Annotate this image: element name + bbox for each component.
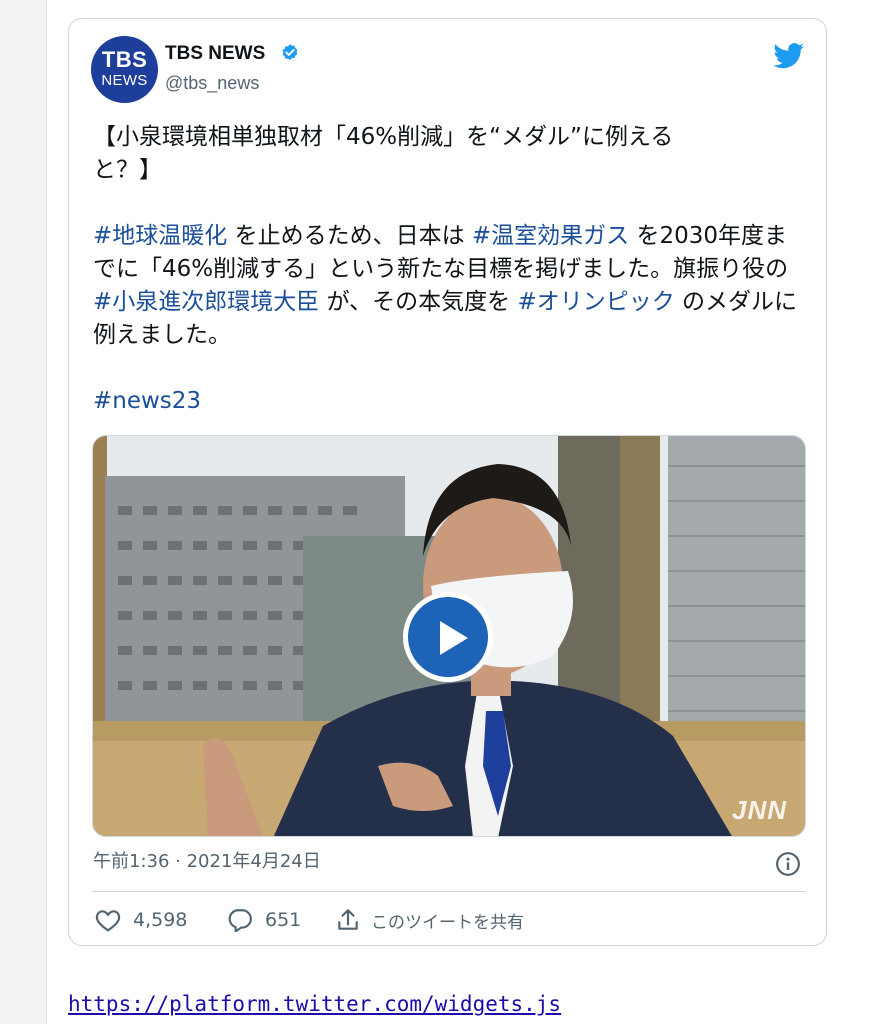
play-icon: [440, 621, 468, 655]
verified-badge-icon: [282, 44, 298, 61]
share-button[interactable]: このツイートを共有: [335, 905, 524, 935]
hashtag-link[interactable]: #地球温暖化: [93, 223, 227, 249]
play-button[interactable]: [403, 592, 493, 682]
tweet-body-text: を止めるため、日本は: [227, 223, 472, 249]
tweet-timestamp[interactable]: 午前1:36 · 2021年4月24日: [93, 851, 321, 873]
avatar[interactable]: TBS NEWS: [91, 36, 158, 103]
author-display-name[interactable]: TBS NEWS: [165, 43, 265, 65]
divider: [92, 891, 806, 892]
heart-icon: [95, 910, 121, 932]
video-watermark: JNN: [731, 795, 787, 825]
share-label: このツイートを共有: [371, 912, 524, 933]
left-rail: [0, 0, 47, 1024]
hashtag-link[interactable]: #news23: [93, 388, 201, 414]
reply-count: 651: [265, 909, 302, 931]
tweet-text: 【小泉環境相単独取材「46%削減」を“メダル”に例える と？】 #地球温暖化 を…: [93, 121, 805, 418]
hashtag-link[interactable]: #温室効果ガス: [472, 223, 629, 249]
tweet-text-line1: 【小泉環境相単独取材「46%削減」を“メダル”に例える: [93, 124, 674, 150]
reply-button[interactable]: 651: [227, 905, 301, 935]
avatar-logo-line1: TBS: [101, 47, 148, 72]
info-icon[interactable]: [775, 851, 801, 877]
share-icon: [338, 909, 358, 930]
author-handle[interactable]: @tbs_news: [165, 72, 259, 94]
embedded-tweet-card[interactable]: TBS NEWS TBS NEWS @tbs_news 【小泉環境相単独取材「4…: [68, 18, 827, 946]
video-player[interactable]: JNN: [92, 435, 806, 837]
reply-icon: [228, 909, 252, 932]
hashtag-link[interactable]: #オリンピック: [517, 289, 674, 315]
tweet-body-text: が、その本気度を: [319, 289, 518, 315]
widgets-script-link[interactable]: https://platform.twitter.com/widgets.js: [68, 992, 561, 1016]
twitter-bird-icon[interactable]: [773, 43, 805, 69]
hashtag-link[interactable]: #小泉進次郎環境大臣: [93, 289, 319, 315]
like-button[interactable]: 4,598: [95, 905, 187, 935]
avatar-logo-line2: NEWS: [101, 72, 148, 89]
like-count: 4,598: [133, 909, 188, 931]
tweet-text-line2: と？】: [93, 157, 162, 183]
